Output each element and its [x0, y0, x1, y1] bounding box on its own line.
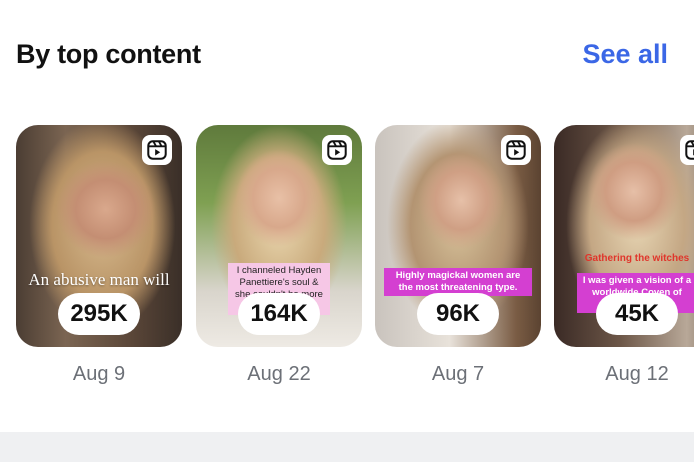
section-divider	[0, 432, 694, 462]
content-card[interactable]: An abusive man will wa... 295K Aug 9	[16, 125, 182, 386]
reels-icon	[680, 135, 694, 165]
section-header: By top content See all	[16, 34, 668, 74]
post-date: Aug 12	[605, 363, 669, 385]
section-title: By top content	[16, 38, 201, 69]
reel-caption-title: Gathering the witches	[584, 253, 690, 264]
reel-thumbnail[interactable]: Highly magickal women are the most threa…	[375, 125, 541, 347]
content-card[interactable]: Highly magickal women are the most threa…	[375, 125, 541, 386]
reels-icon	[142, 135, 172, 165]
view-count-badge: 295K	[58, 293, 140, 335]
reel-thumbnail[interactable]: An abusive man will wa... 295K	[16, 125, 182, 347]
reels-icon	[322, 135, 352, 165]
post-date: Aug 7	[431, 363, 485, 385]
post-date: Aug 22	[247, 363, 311, 385]
reel-thumbnail[interactable]: I channeled Hayden Panettiere's soul & s…	[196, 125, 362, 347]
see-all-link[interactable]: See all	[582, 39, 668, 70]
reel-caption: Highly magickal women are the most threa…	[384, 268, 532, 296]
content-carousel[interactable]: An abusive man will wa... 295K Aug 9 I c…	[16, 125, 694, 395]
reel-thumbnail[interactable]: Gathering the witches I was given a visi…	[554, 125, 694, 347]
reels-icon	[501, 135, 531, 165]
view-count-badge: 164K	[238, 293, 320, 335]
view-count-badge: 45K	[596, 293, 678, 335]
view-count-badge: 96K	[417, 293, 499, 335]
content-card[interactable]: I channeled Hayden Panettiere's soul & s…	[196, 125, 362, 386]
post-date: Aug 9	[72, 363, 126, 385]
top-content-section: By top content See all An abusive man wi…	[0, 0, 694, 432]
content-card[interactable]: Gathering the witches I was given a visi…	[554, 125, 694, 386]
